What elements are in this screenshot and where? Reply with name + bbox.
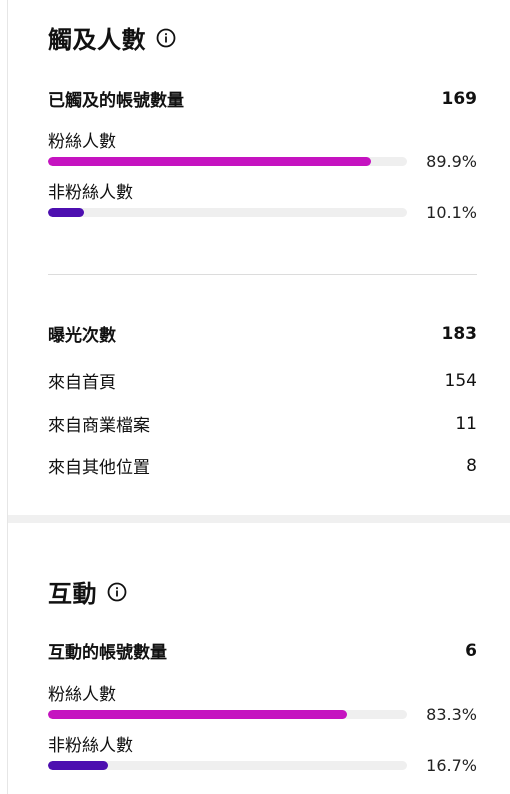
engagement-title-row: 互動 xyxy=(48,574,127,609)
reach-title: 觸及人數 xyxy=(48,26,146,54)
reached-accounts-label: 已觸及的帳號數量 xyxy=(48,91,184,111)
source-label: 來自其他位置 xyxy=(48,458,150,478)
reach-followers-percent: 89.9% xyxy=(426,152,477,171)
reach-section: 觸及人數 已觸及的帳號數量 169 粉絲人數 89.9% 非粉絲人數 10.1%… xyxy=(8,0,510,515)
impressions-source-row: 來自其他位置 8 xyxy=(48,453,477,479)
info-circle-icon[interactable] xyxy=(107,582,127,602)
info-circle-icon[interactable] xyxy=(156,28,176,48)
engaged-accounts-row: 互動的帳號數量 6 xyxy=(48,638,477,664)
engagement-nonfollowers-bar xyxy=(48,761,407,770)
engagement-followers-bar xyxy=(48,710,407,719)
reach-nonfollowers-percent: 10.1% xyxy=(426,203,477,222)
impressions-value: 183 xyxy=(441,323,478,344)
impressions-label: 曝光次數 xyxy=(48,326,116,346)
impressions-source-row: 來自商業檔案 11 xyxy=(48,411,477,437)
reach-followers-bar xyxy=(48,157,407,166)
source-label: 來自商業檔案 xyxy=(48,416,150,436)
impressions-row: 曝光次數 183 xyxy=(48,321,478,347)
impressions-source-row: 來自首頁 154 xyxy=(48,368,477,394)
engagement-nonfollowers-bar-fill xyxy=(48,761,108,770)
reached-accounts-row: 已觸及的帳號數量 169 xyxy=(48,86,478,112)
engaged-accounts-label: 互動的帳號數量 xyxy=(48,643,167,663)
engagement-title: 互動 xyxy=(48,580,97,608)
source-label: 來自首頁 xyxy=(48,373,116,393)
reach-followers-bar-fill xyxy=(48,157,371,166)
engagement-nonfollowers-percent: 16.7% xyxy=(426,756,477,775)
source-value: 8 xyxy=(466,455,477,476)
engagement-followers-percent: 83.3% xyxy=(426,705,477,724)
reached-accounts-value: 169 xyxy=(441,88,478,109)
source-value: 11 xyxy=(455,413,477,434)
reach-divider xyxy=(48,274,477,275)
section-separator xyxy=(8,515,510,523)
reach-nonfollowers-bar-fill xyxy=(48,208,85,217)
reach-nonfollowers-bar xyxy=(48,208,407,217)
source-value: 154 xyxy=(444,370,477,391)
reach-followers-label: 粉絲人數 xyxy=(48,132,116,152)
engagement-followers-label: 粉絲人數 xyxy=(48,685,116,705)
engagement-followers-bar-fill xyxy=(48,710,348,719)
reach-title-row: 觸及人數 xyxy=(48,20,176,55)
engagement-section: 互動 互動的帳號數量 6 粉絲人數 83.3% 非粉絲人數 16.7% xyxy=(8,523,510,794)
engaged-accounts-value: 6 xyxy=(465,640,477,661)
reach-nonfollowers-label: 非粉絲人數 xyxy=(48,183,133,203)
engagement-nonfollowers-label: 非粉絲人數 xyxy=(48,736,133,756)
